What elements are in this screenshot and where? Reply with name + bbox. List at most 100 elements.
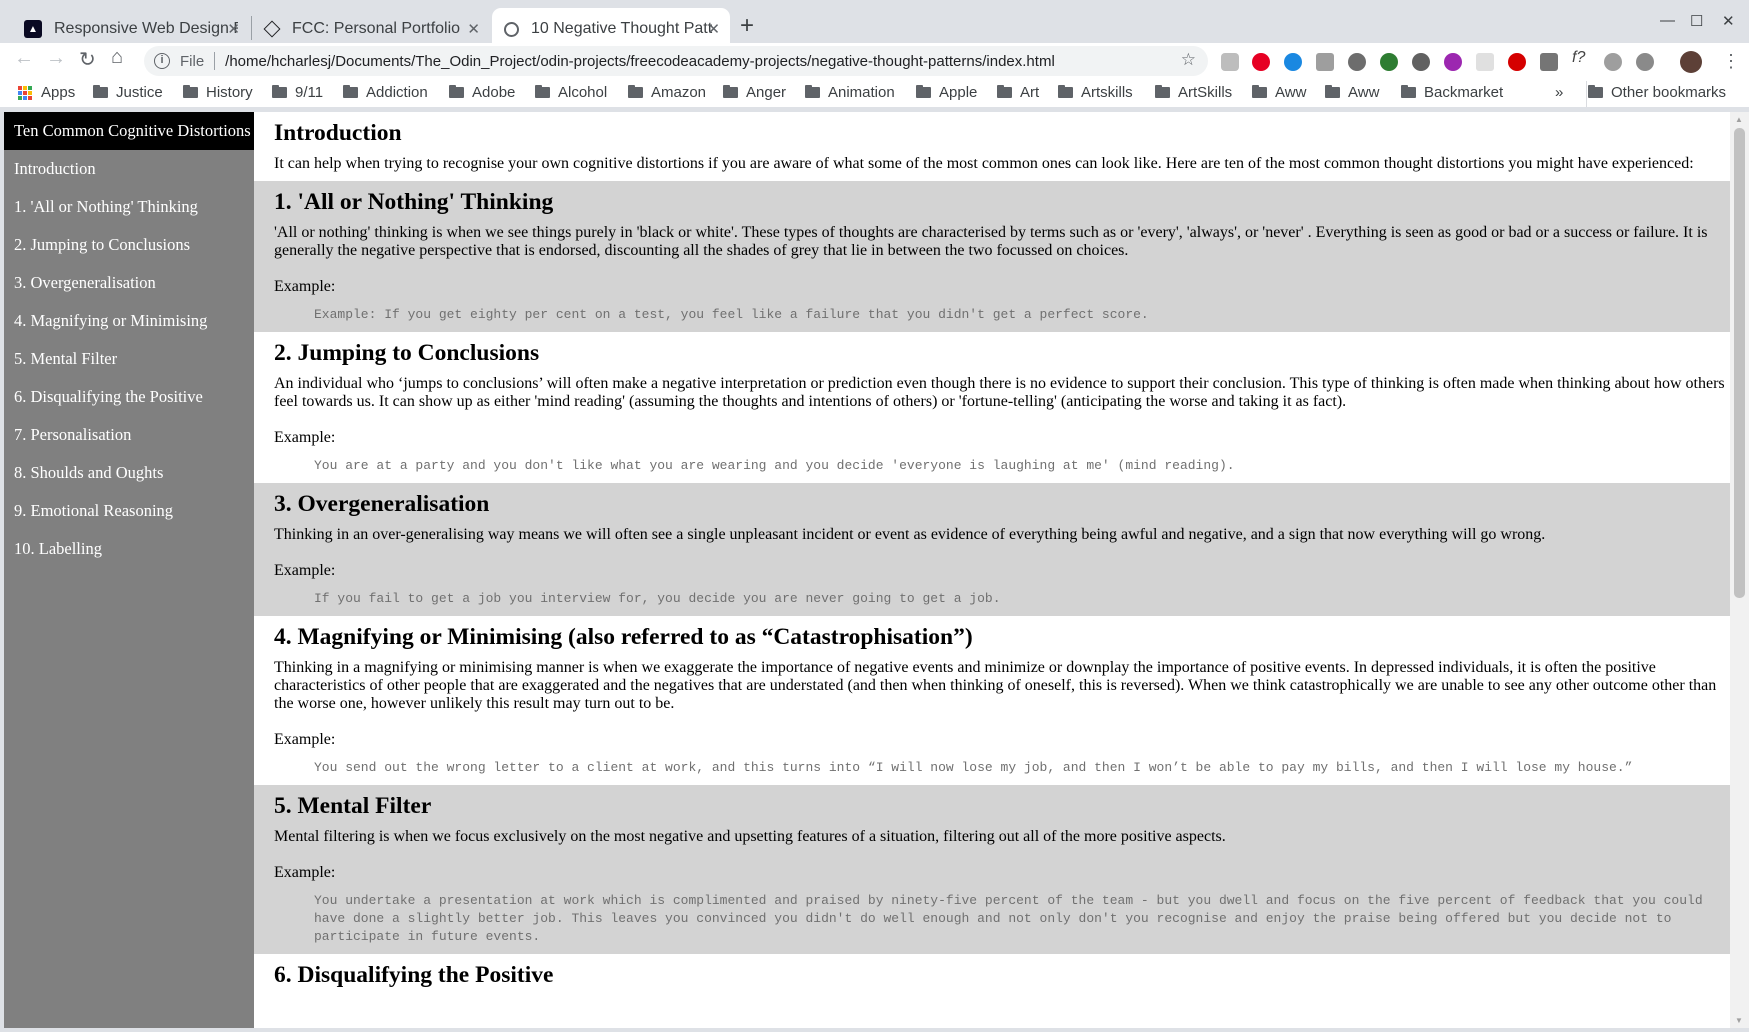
nav-link-magnifying[interactable]: 4. Magnifying or Minimising [4,302,254,340]
section-text: It can help when trying to recognise you… [274,155,1694,172]
folder-icon [93,85,108,98]
bookmark-folder[interactable]: History [183,84,253,101]
page-viewport: Ten Common Cognitive Distortions Introdu… [4,112,1749,1028]
section-jumping-to-conclusions: 2. Jumping to Conclusions An individual … [254,332,1730,483]
extension-circle-icon[interactable] [1284,53,1302,71]
section-heading: 6. Disqualifying the Positive [274,962,554,988]
bookmark-label: Animation [828,84,895,101]
browser-toolbar: ← → ↻ ⌂ i File /home/hcharlesj/Documents… [0,43,1749,81]
folder-icon [183,85,198,98]
scrollbar-thumb[interactable] [1734,128,1745,598]
nav-link-personalisation[interactable]: 7. Personalisation [4,416,254,454]
nav-link-introduction[interactable]: Introduction [4,150,254,188]
page-scrollbar[interactable]: ▲ ▼ [1730,112,1749,1028]
extension-gear-icon[interactable] [1636,53,1654,71]
sidebar-nav: Ten Common Cognitive Distortions Introdu… [4,112,254,1028]
new-tab-button[interactable]: + [740,12,754,40]
example-code: Example: If you get eighty per cent on a… [314,307,1149,322]
section-mental-filter: 5. Mental Filter Mental filtering is whe… [254,785,1730,954]
extension-grey-icon[interactable] [1604,53,1622,71]
bookmark-folder[interactable]: Artskills [1058,84,1133,101]
extension-blank-icon[interactable] [1476,53,1494,71]
close-window-icon[interactable]: ✕ [1722,12,1735,30]
extension-red-icon[interactable] [1508,53,1526,71]
folder-icon [1058,85,1073,98]
minimize-icon[interactable]: — [1660,12,1675,29]
bookmark-folder[interactable]: Aww [1252,84,1306,101]
nav-link-overgeneralisation[interactable]: 3. Overgeneralisation [4,264,254,302]
bookmark-label: Apple [939,84,978,101]
example-code: You send out the wrong letter to a clien… [314,760,1633,775]
nav-link-labelling[interactable]: 10. Labelling [4,530,254,568]
scroll-down-icon[interactable]: ▼ [1735,1016,1743,1025]
url-text[interactable]: /home/hcharlesj/Documents/The_Odin_Proje… [225,53,1055,70]
bookmark-folder[interactable]: Apple [916,84,977,101]
fcc-icon: ▲ [24,20,42,38]
bookmark-apps[interactable]: Apps [18,84,75,101]
section-text: An individual who ‘jumps to conclusions’… [274,375,1725,410]
example-label: Example: [274,278,336,295]
bookmark-folder[interactable]: Animation [805,84,895,101]
close-tab-icon[interactable]: ✕ [227,20,240,38]
bookmark-folder[interactable]: Addiction [343,84,428,101]
extension-tree-icon[interactable] [1380,53,1398,71]
section-heading: Introduction [274,120,402,146]
back-button[interactable]: ← [14,47,34,70]
bookmark-folder[interactable]: Backmarket [1401,84,1503,101]
info-icon[interactable]: i [154,53,170,69]
extension-bug-icon[interactable] [1348,53,1366,71]
bookmark-folder[interactable]: Aww [1325,84,1379,101]
extension-pen-icon[interactable] [1540,53,1558,71]
home-button[interactable]: ⌂ [111,46,123,69]
bookmark-label: Aww [1348,84,1380,101]
bookmark-folder[interactable]: Alcohol [535,84,607,101]
nav-link-emotional-reasoning[interactable]: 9. Emotional Reasoning [4,492,254,530]
close-tab-icon[interactable]: ✕ [467,20,480,38]
main-content: Introduction It can help when trying to … [254,112,1730,1028]
bookmark-label: Backmarket [1424,84,1504,101]
bookmark-label: ArtSkills [1178,84,1233,101]
bookmark-folder[interactable]: Justice [93,84,163,101]
globe-icon [504,21,519,37]
nav-link-jumping-to-conclusions[interactable]: 2. Jumping to Conclusions [4,226,254,264]
bookmark-folder[interactable]: Adobe [449,84,515,101]
nav-link-disqualifying[interactable]: 6. Disqualifying the Positive [4,378,254,416]
bookmark-label: 9/11 [295,84,324,101]
menu-kebab-icon[interactable]: ⋮ [1722,51,1740,72]
section-heading: 4. Magnifying or Minimising (also referr… [274,624,973,650]
scroll-up-icon[interactable]: ▲ [1735,115,1743,124]
bookmark-folder[interactable]: Art [997,84,1039,101]
nav-link-all-or-nothing[interactable]: 1. 'All or Nothing' Thinking [4,188,254,226]
bookmark-star-icon[interactable]: ☆ [1181,50,1196,70]
profile-avatar[interactable] [1680,51,1702,73]
extension-screenshot-icon[interactable] [1316,53,1334,71]
nav-link-shoulds[interactable]: 8. Shoulds and Oughts [4,454,254,492]
bookmark-label: Art [1020,84,1040,101]
extension-dark-icon[interactable] [1412,53,1430,71]
reload-button[interactable]: ↻ [79,47,96,72]
bookmark-folder[interactable]: ArtSkills [1155,84,1232,101]
maximize-icon[interactable]: ☐ [1690,12,1703,30]
forward-button[interactable]: → [46,47,66,70]
example-label: Example: [274,429,336,446]
bookmark-label: History [206,84,253,101]
bookmark-label: Adobe [472,84,516,101]
nav-link-mental-filter[interactable]: 5. Mental Filter [4,340,254,378]
bookmarks-overflow-button[interactable]: » [1555,84,1563,101]
close-tab-icon[interactable]: ✕ [707,20,720,38]
bookmark-folder[interactable]: Amazon [628,84,706,101]
address-bar[interactable]: i File /home/hcharlesj/Documents/The_Odi… [144,46,1208,76]
extension-shield-icon[interactable] [1221,53,1239,71]
bookmarks-bar: Apps Justice History 9/11 Addiction Adob… [0,81,1749,107]
nav-header: Ten Common Cognitive Distortions [4,112,254,150]
section-all-or-nothing: 1. 'All or Nothing' Thinking 'All or not… [254,181,1730,332]
extension-fx-icon[interactable]: f? [1572,49,1590,67]
folder-icon [1401,85,1416,98]
section-heading: 2. Jumping to Conclusions [274,340,540,366]
bookmark-folder[interactable]: Anger [723,84,786,101]
bookmark-folder[interactable]: 9/11 [272,84,323,101]
pinterest-icon[interactable] [1252,53,1270,71]
folder-icon [535,85,550,98]
bookmark-other[interactable]: Other bookmarks [1588,84,1726,101]
extension-purple-icon[interactable] [1444,53,1462,71]
